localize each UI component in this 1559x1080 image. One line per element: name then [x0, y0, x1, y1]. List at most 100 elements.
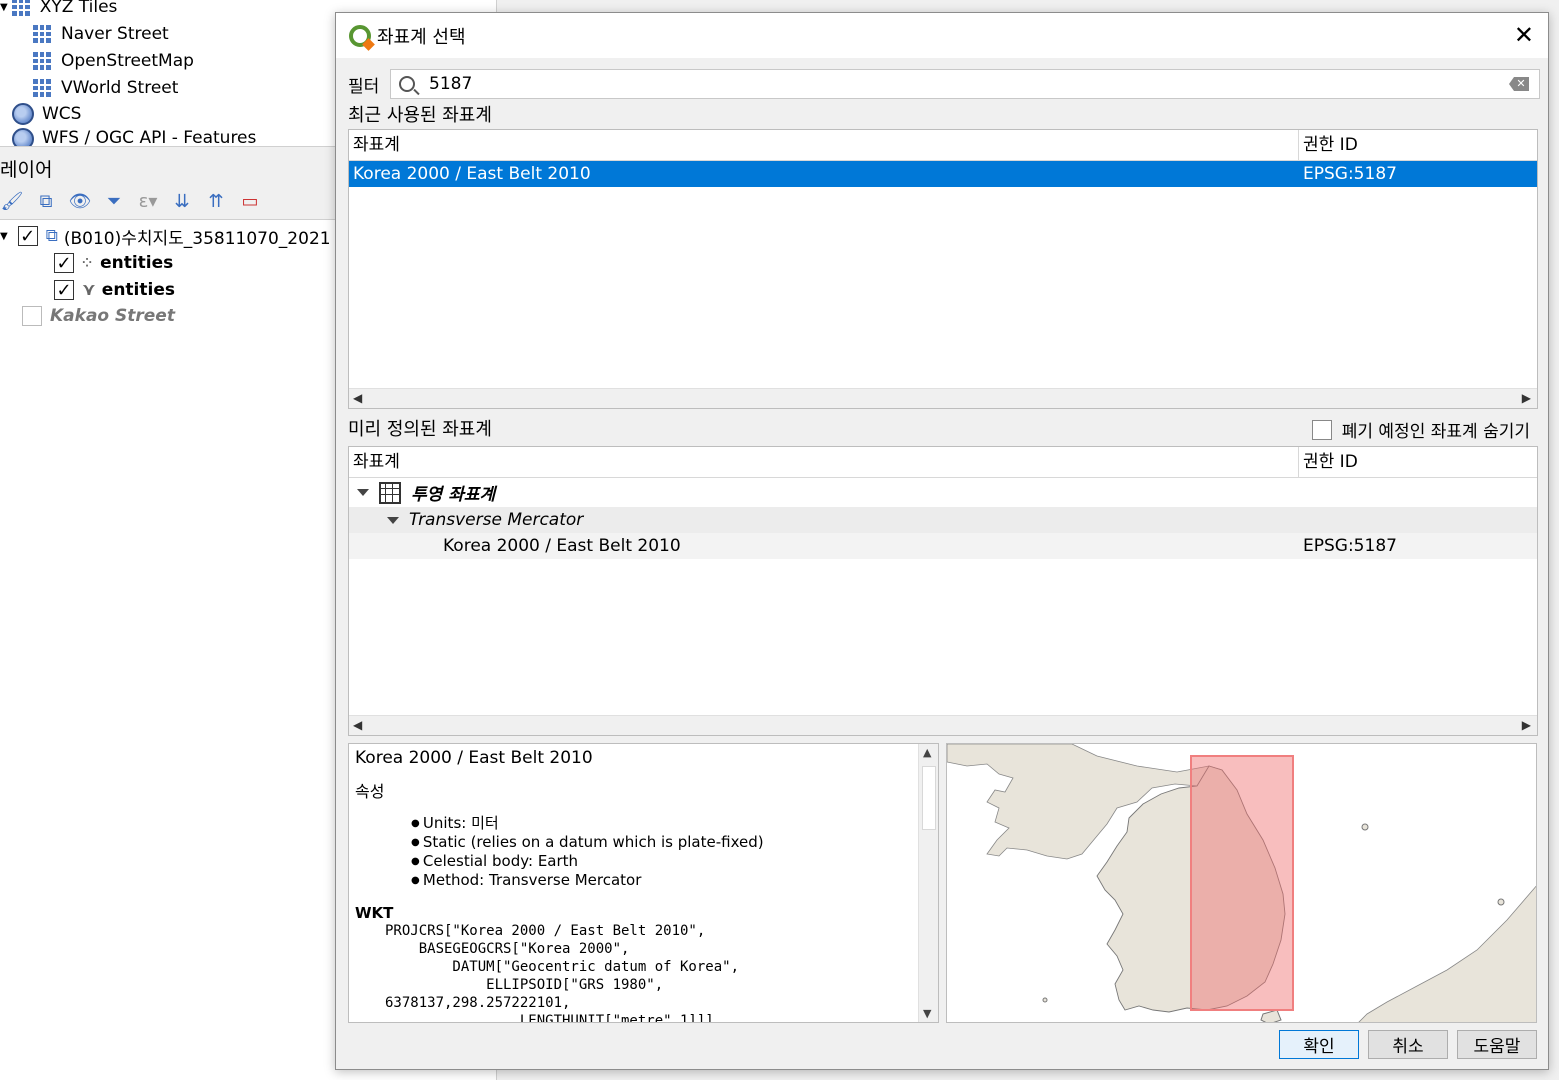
predefined-crs-tree: 좌표계 권한 ID 투영 좌표계 Transverse Mercator Kor… — [348, 446, 1538, 736]
property-item: Celestial body: Earth — [411, 852, 911, 871]
remove-layer-icon[interactable]: ▭ — [238, 190, 262, 214]
layer-group-row[interactable]: ▼ ✓ ⧉ (B010)수치지도_35811070_2021 — [0, 223, 331, 249]
visibility-eye-icon[interactable]: 👁 — [68, 190, 92, 214]
authority-id-cell: EPSG:5187 — [1303, 536, 1397, 556]
column-header-authority-id[interactable]: 권한 ID — [1299, 447, 1358, 478]
scroll-left-icon[interactable]: ◀ — [353, 718, 362, 732]
crs-extent-map[interactable] — [946, 743, 1537, 1023]
layer-row[interactable]: ✓ ⋎ entities — [54, 277, 175, 303]
browser-item-wcs[interactable]: WCS — [12, 101, 81, 127]
expression-filter-icon[interactable]: ε▾ — [136, 190, 160, 214]
island — [1361, 823, 1369, 831]
hide-deprecated-label: 폐기 예정인 좌표계 숨기기 — [1341, 422, 1530, 442]
clear-filter-icon[interactable]: ✕ — [1509, 77, 1529, 91]
filter-row: 필터 ✕ — [348, 69, 1540, 99]
expand-all-icon[interactable]: ⇊ — [170, 190, 194, 214]
layer-row[interactable]: Kakao Street — [22, 303, 175, 329]
browser-item-xyz-tiles[interactable]: ▼ XYZ Tiles — [0, 0, 117, 20]
layers-panel-title: 레이어 — [0, 159, 53, 181]
projected-grid-icon — [379, 481, 401, 504]
predefined-crs-label: 미리 정의된 좌표계 — [348, 419, 492, 440]
browser-item-openstreetmap[interactable]: OpenStreetMap — [33, 48, 194, 74]
island — [1497, 898, 1505, 906]
dialog-title: 좌표계 선택 — [377, 26, 466, 48]
table-header: 좌표계 권한 ID — [349, 130, 1537, 161]
property-item: Method: Transverse Mercator — [411, 871, 911, 890]
wkt-heading: WKT — [355, 904, 394, 922]
collapse-arrow-icon[interactable]: ▼ — [0, 2, 8, 13]
collapse-all-icon[interactable]: ⇈ — [204, 190, 228, 214]
layer-label: (B010)수치지도_35811070_2021 — [63, 228, 331, 249]
layer-label: entities — [100, 253, 174, 273]
scrollbar-thumb[interactable] — [922, 766, 936, 830]
layer-visibility-checkbox[interactable]: ✓ — [54, 253, 74, 274]
table-row[interactable]: Korea 2000 / East Belt 2010 EPSG:5187 — [349, 161, 1537, 187]
expand-arrow-icon[interactable] — [357, 489, 369, 496]
help-button[interactable]: 도움말 — [1457, 1030, 1537, 1059]
filter-input[interactable] — [429, 74, 1455, 94]
recent-crs-table: 좌표계 권한 ID Korea 2000 / East Belt 2010 EP… — [348, 129, 1538, 409]
point-layer-icon: ⁘ — [82, 256, 93, 270]
cancel-button[interactable]: 취소 — [1368, 1030, 1448, 1059]
browser-item-label: XYZ Tiles — [39, 0, 118, 17]
scroll-left-icon[interactable]: ◀ — [353, 391, 362, 405]
column-header-crs[interactable]: 좌표계 — [349, 130, 1299, 161]
tree-group-row[interactable]: 투영 좌표계 — [349, 478, 1537, 507]
hide-deprecated-checkbox[interactable]: 폐기 예정인 좌표계 숨기기 — [1311, 417, 1530, 442]
column-header-authority-id[interactable]: 권한 ID — [1299, 130, 1358, 161]
layer-visibility-checkbox[interactable]: ✓ — [54, 280, 74, 301]
column-header-crs[interactable]: 좌표계 — [349, 447, 1299, 478]
crs-details-panel: Korea 2000 / East Belt 2010 속성 Units: 미터… — [348, 743, 939, 1023]
scroll-up-icon[interactable]: ▲ — [923, 746, 931, 759]
details-title: Korea 2000 / East Belt 2010 — [355, 748, 593, 768]
scroll-down-icon[interactable]: ▼ — [923, 1007, 931, 1020]
layer-group-icon: ⧉ — [45, 226, 58, 246]
extent-map-canvas — [947, 744, 1536, 1022]
filter-funnel-icon[interactable]: ⏷ — [102, 190, 126, 214]
browser-item-label: WCS — [42, 104, 82, 124]
search-icon — [399, 76, 415, 92]
layer-visibility-checkbox[interactable] — [22, 306, 42, 326]
checkbox-box[interactable] — [1311, 419, 1332, 440]
browser-item-vworld-street[interactable]: VWorld Street — [33, 75, 178, 101]
table-header: 좌표계 권한 ID — [349, 447, 1537, 478]
style-brush-icon[interactable]: 🖌 — [0, 190, 24, 214]
horizontal-scrollbar[interactable]: ◀ ▶ — [349, 388, 1537, 408]
filter-field[interactable]: ✕ — [390, 69, 1540, 99]
scroll-right-icon[interactable]: ▶ — [1522, 718, 1531, 732]
browser-item-label: Naver Street — [61, 24, 169, 44]
globe-icon — [12, 103, 34, 125]
crs-name-cell: Korea 2000 / East Belt 2010 — [353, 164, 591, 184]
browser-item-label: VWorld Street — [61, 78, 179, 98]
wkt-text: PROJCRS["Korea 2000 / East Belt 2010", B… — [385, 923, 740, 1023]
properties-list: Units: 미터 Static (relies on a datum whic… — [411, 814, 911, 890]
browser-item-naver-street[interactable]: Naver Street — [33, 21, 169, 47]
scroll-right-icon[interactable]: ▶ — [1522, 391, 1531, 405]
tile-layer-icon — [33, 52, 51, 70]
wfs-icon — [12, 128, 34, 146]
layer-visibility-checkbox[interactable]: ✓ — [17, 226, 38, 247]
crs-extent-rectangle — [1190, 755, 1294, 1011]
layer-row[interactable]: ✓ ⁘ entities — [54, 250, 173, 276]
tree-group-label: 투영 좌표계 — [411, 485, 496, 505]
layer-tree: ▼ ✓ ⧉ (B010)수치지도_35811070_2021 ✓ ⁘ entit… — [0, 221, 336, 1080]
browser-item-wfs[interactable]: WFS / OGC API - Features — [12, 128, 256, 146]
close-icon[interactable]: ✕ — [1514, 23, 1534, 47]
layers-panel-header: 레이어 — [0, 146, 336, 188]
properties-heading: 속성 — [355, 782, 385, 801]
ok-button[interactable]: 확인 — [1279, 1030, 1359, 1059]
expand-arrow-icon[interactable] — [387, 516, 399, 524]
tile-layer-icon — [33, 79, 51, 97]
crs-selection-dialog: 좌표계 선택 ✕ 필터 ✕ 최근 사용된 좌표계 좌표계 권한 ID Korea… — [335, 12, 1549, 1070]
vertical-scrollbar[interactable]: ▲ ▼ — [918, 744, 938, 1022]
land-japan — [1358, 885, 1536, 1022]
filter-label: 필터 — [348, 76, 380, 97]
xyz-tiles-icon — [11, 0, 30, 16]
tree-crs-row[interactable]: Korea 2000 / East Belt 2010 EPSG:5187 — [349, 533, 1537, 559]
authority-id-cell: EPSG:5187 — [1303, 164, 1397, 184]
tree-subgroup-row[interactable]: Transverse Mercator — [349, 507, 1537, 533]
horizontal-scrollbar[interactable]: ◀ ▶ — [349, 715, 1537, 735]
collapse-arrow-icon[interactable]: ▼ — [0, 231, 8, 242]
add-group-icon[interactable]: ⧉ — [34, 190, 58, 214]
dialog-titlebar[interactable]: 좌표계 선택 ✕ — [336, 13, 1548, 58]
